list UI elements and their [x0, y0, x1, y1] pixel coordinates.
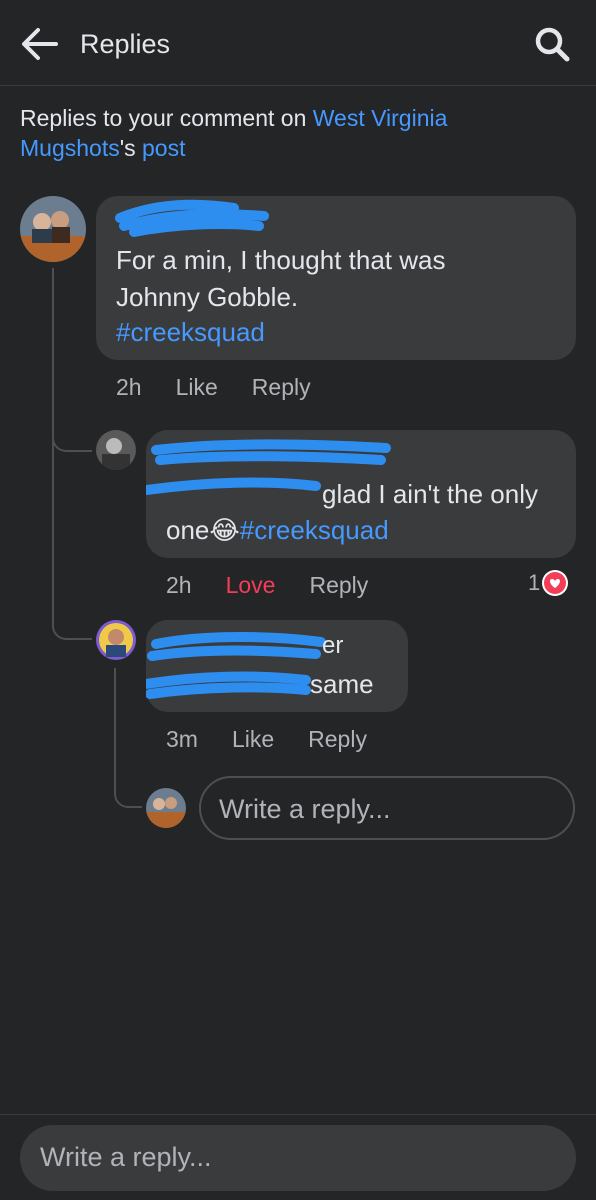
avatar[interactable] [20, 196, 86, 262]
comment-time: 2h [116, 374, 142, 400]
inline-reply-input[interactable]: Write a reply... [199, 776, 575, 840]
thread-connector-2 [52, 590, 92, 640]
comment-bubble[interactable]: er same [146, 620, 408, 712]
reply-context: Replies to your comment on West Virginia… [20, 103, 560, 163]
heart-icon [542, 570, 569, 596]
back-button[interactable] [18, 24, 62, 64]
comment-line-1: same [310, 669, 374, 699]
context-apostrophe: 's [119, 135, 142, 161]
post-link[interactable]: post [142, 135, 185, 161]
comment-line-1: For a min, I thought that was [116, 245, 446, 275]
avatar-photo [146, 788, 186, 828]
comment-author-fragment: er [322, 632, 344, 659]
laughing-emoji: 😂 [209, 515, 240, 545]
reply-button[interactable]: Reply [252, 374, 311, 401]
thread-connector-1 [52, 400, 92, 452]
redaction-scribble [146, 632, 326, 699]
comment-actions: 2h Like Reply [116, 374, 311, 401]
thread-connector-3 [114, 668, 142, 808]
page-title: Replies [80, 29, 171, 59]
search-button[interactable] [532, 24, 572, 64]
comment-text: one [166, 515, 210, 545]
comment-line-2: Johnny Gobble. [116, 282, 299, 312]
reaction-count[interactable]: 1 [528, 570, 569, 596]
avatar[interactable] [96, 620, 136, 660]
my-avatar [146, 788, 186, 828]
reply-button[interactable]: Reply [309, 572, 368, 599]
avatar-photo [96, 620, 136, 660]
comment-actions: 2h Love Reply [166, 572, 368, 599]
avatar-photo [96, 430, 136, 470]
like-button[interactable]: Like [176, 374, 218, 401]
comment-actions: 3m Like Reply [166, 726, 367, 753]
comment-line-1: glad I ain't the only [322, 479, 538, 509]
context-prefix: Replies to your comment on [20, 105, 313, 131]
thread-line-main [52, 268, 54, 628]
love-button[interactable]: Love [226, 572, 276, 599]
avatar-photo [20, 196, 86, 262]
reply-button[interactable]: Reply [308, 726, 367, 753]
hashtag-link[interactable]: #creeksquad [116, 314, 265, 350]
comment-time: 2h [166, 572, 192, 598]
comment-bubble[interactable]: For a min, I thought that was Johnny Gob… [96, 196, 576, 360]
top-bar: Replies [0, 0, 596, 86]
like-button[interactable]: Like [232, 726, 274, 753]
redaction-scribble [115, 199, 269, 237]
hashtag-link[interactable]: #creeksquad [240, 515, 389, 545]
comment-line-2: one😂#creeksquad [166, 512, 389, 548]
avatar[interactable] [96, 430, 136, 470]
reply-input[interactable]: Write a reply... [20, 1125, 576, 1191]
reaction-number: 1 [528, 570, 541, 595]
search-icon [535, 27, 570, 62]
comment-time: 3m [166, 726, 198, 752]
comment-bubble[interactable]: glad I ain't the only one😂#creeksquad [146, 430, 576, 558]
arrow-left-icon [22, 28, 58, 60]
